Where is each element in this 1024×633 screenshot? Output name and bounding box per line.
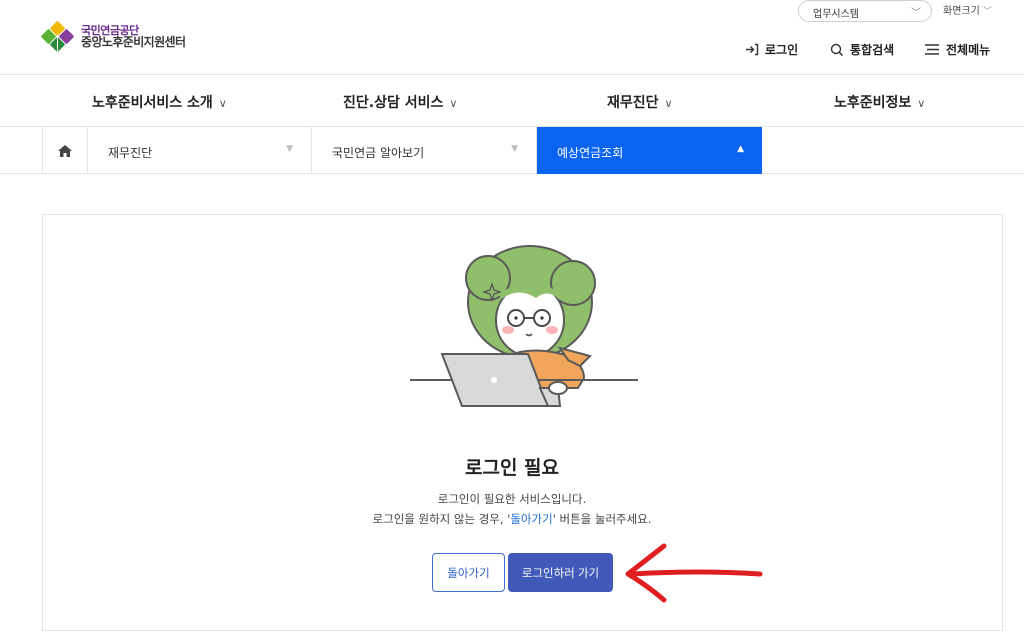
chevron-down-icon: ﹀ (982, 7, 992, 17)
chevron-down-icon: ∨ (664, 97, 673, 110)
site-logo[interactable]: 국민연금공단 중앙노후준비지원센터 (41, 19, 186, 55)
login-link[interactable]: 로그인 (745, 41, 798, 58)
breadcrumb: 재무진단 ▼ 국민연금 알아보기 ▼ 예상연금조회 ▲ (0, 127, 1024, 174)
red-arrow-annotation-icon (625, 543, 763, 603)
breadcrumb-item-expected-pension[interactable]: 예상연금조회 ▲ (537, 127, 762, 174)
work-system-select[interactable]: 업무시스템 ﹀ (798, 0, 932, 22)
login-required-title: 로그인 필요 (464, 457, 559, 479)
nav-item-label: 진단.상담 서비스 (343, 95, 444, 111)
chevron-down-icon: ∨ (917, 97, 926, 110)
nav-item-label: 노후준비서비스 소개 (92, 95, 213, 111)
go-to-login-button[interactable]: 로그인하러 가기 (508, 553, 613, 592)
login-arrow-icon (745, 43, 759, 56)
breadcrumb-label: 국민연금 알아보기 (332, 146, 425, 160)
search-link-label: 통합검색 (850, 43, 895, 57)
instruction-highlight: 돌아가기 (510, 512, 553, 526)
caret-down-icon: ▼ (511, 144, 518, 154)
search-link[interactable]: 통합검색 (830, 41, 894, 58)
breadcrumb-item-financial-diagnosis[interactable]: 재무진단 ▼ (88, 127, 312, 174)
hamburger-menu-icon (924, 43, 940, 56)
nps-logo-icon (41, 21, 74, 53)
go-back-instruction: 로그인을 원하지 않는 경우, '돌아가기' 버튼을 눌러주세요. (0, 511, 1024, 527)
logo-center-name: 중앙노후준비지원센터 (81, 35, 186, 50)
home-icon (58, 144, 72, 157)
work-system-select-value: 업무시스템 (813, 9, 859, 20)
all-menu-button[interactable]: 전체메뉴 (924, 41, 990, 58)
woman-with-laptop-illustration (410, 245, 638, 407)
caret-down-icon: ▼ (286, 144, 293, 154)
nav-item-retirement-info[interactable]: 노후준비정보 ∨ (834, 92, 925, 112)
nav-item-service-intro[interactable]: 노후준비서비스 소개 ∨ (92, 92, 227, 112)
instruction-text-post: ' 버튼을 눌러주세요. (552, 512, 652, 526)
login-required-message: 로그인이 필요한 서비스입니다. (437, 492, 587, 506)
nav-item-diagnosis-consulting[interactable]: 진단.상담 서비스 ∨ (343, 92, 457, 112)
nav-item-label: 재무진단 (607, 95, 659, 111)
zoom-label: 화면크기 (943, 6, 980, 17)
chevron-down-icon: ∨ (218, 97, 227, 110)
home-button[interactable] (42, 127, 88, 174)
all-menu-label: 전체메뉴 (946, 43, 991, 57)
breadcrumb-item-pension-info[interactable]: 국민연금 알아보기 ▼ (312, 127, 537, 174)
instruction-text-pre: 로그인을 원하지 않는 경우, ' (372, 512, 511, 526)
login-link-label: 로그인 (765, 43, 799, 57)
site-header: 국민연금공단 중앙노후준비지원센터 업무시스템 ﹀ 화면크기 ﹀ 로그인 통합검색… (0, 0, 1024, 75)
breadcrumb-label: 예상연금조회 (557, 146, 624, 160)
zoom-control[interactable]: 화면크기 ﹀ (943, 2, 992, 17)
nav-item-financial-diagnosis[interactable]: 재무진단 ∨ (607, 92, 673, 112)
chevron-down-icon: ∨ (449, 97, 458, 110)
chevron-down-icon: ﹀ (911, 8, 921, 19)
nav-item-label: 노후준비정보 (834, 95, 912, 111)
search-icon (830, 43, 844, 57)
caret-up-icon: ▲ (737, 144, 744, 154)
breadcrumb-label: 재무진단 (108, 146, 153, 160)
main-nav: 노후준비서비스 소개 ∨ 진단.상담 서비스 ∨ 재무진단 ∨ 노후준비정보 ∨ (0, 76, 1024, 127)
go-back-button[interactable]: 돌아가기 (432, 553, 505, 592)
